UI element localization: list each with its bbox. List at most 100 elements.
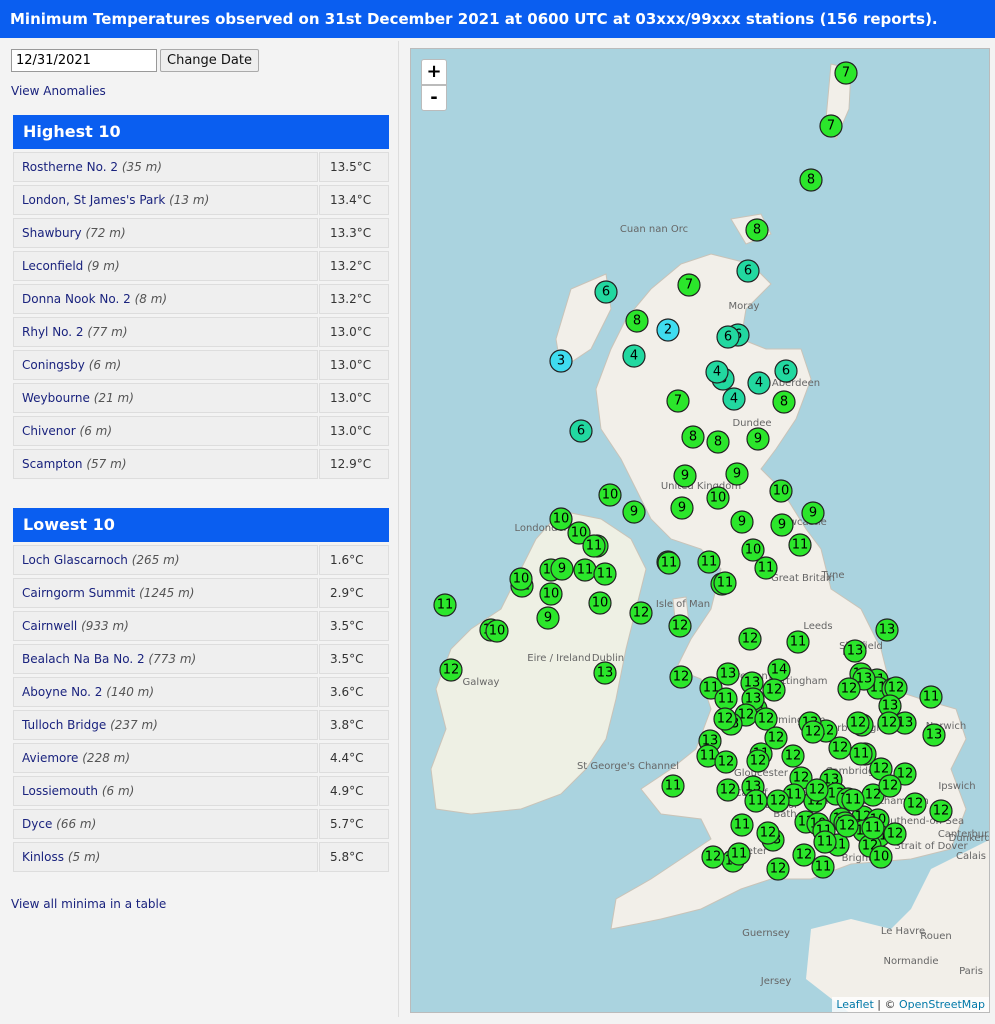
temperature-marker[interactable]: 12: [762, 678, 786, 702]
station-name[interactable]: Cairngorm Summit: [22, 586, 135, 600]
temperature-marker[interactable]: 13: [593, 661, 617, 685]
station-name[interactable]: London, St James's Park: [22, 193, 165, 207]
temperature-marker[interactable]: 8: [745, 218, 769, 242]
temperature-marker[interactable]: 11: [744, 789, 768, 813]
temperature-marker[interactable]: 12: [713, 707, 737, 731]
station-cell[interactable]: Aboyne No. 2 (140 m): [13, 677, 318, 707]
temperature-marker[interactable]: 12: [883, 822, 907, 846]
temperature-marker[interactable]: 11: [811, 855, 835, 879]
temperature-marker[interactable]: 11: [788, 533, 812, 557]
temperature-marker[interactable]: 7: [677, 273, 701, 297]
station-cell[interactable]: Rostherne No. 2 (35 m): [13, 152, 318, 182]
station-cell[interactable]: Scampton (57 m): [13, 449, 318, 479]
station-name[interactable]: Chivenor: [22, 424, 76, 438]
view-anomalies-link[interactable]: View Anomalies: [11, 84, 106, 98]
station-name[interactable]: Lossiemouth: [22, 784, 98, 798]
temperature-marker[interactable]: 11: [861, 816, 885, 840]
temperature-marker[interactable]: 8: [772, 390, 796, 414]
station-name[interactable]: Tulloch Bridge: [22, 718, 106, 732]
temperature-marker[interactable]: 6: [774, 359, 798, 383]
station-name[interactable]: Aviemore: [22, 751, 78, 765]
station-cell[interactable]: Cairngorm Summit (1245 m): [13, 578, 318, 608]
temperature-marker[interactable]: 11: [754, 556, 778, 580]
temperature-marker[interactable]: 12: [903, 792, 927, 816]
temperature-marker[interactable]: 4: [622, 344, 646, 368]
station-name[interactable]: Bealach Na Ba No. 2: [22, 652, 145, 666]
station-cell[interactable]: Shawbury (72 m): [13, 218, 318, 248]
temperature-marker[interactable]: 10: [869, 845, 893, 869]
station-cell[interactable]: Tulloch Bridge (237 m): [13, 710, 318, 740]
station-cell[interactable]: Bealach Na Ba No. 2 (773 m): [13, 644, 318, 674]
station-cell[interactable]: Donna Nook No. 2 (8 m): [13, 284, 318, 314]
temperature-marker[interactable]: 8: [681, 425, 705, 449]
temperature-marker[interactable]: 9: [673, 464, 697, 488]
temperature-marker[interactable]: 10: [549, 507, 573, 531]
temperature-marker[interactable]: 11: [713, 571, 737, 595]
temperature-marker[interactable]: 6: [594, 280, 618, 304]
temperature-marker[interactable]: 10: [769, 479, 793, 503]
temperature-marker[interactable]: 12: [837, 677, 861, 701]
temperature-marker[interactable]: 14: [767, 658, 791, 682]
temperature-marker[interactable]: 2: [656, 318, 680, 342]
station-cell[interactable]: Rhyl No. 2 (77 m): [13, 317, 318, 347]
temperature-marker[interactable]: 4: [705, 360, 729, 384]
temperature-marker[interactable]: 11: [919, 685, 943, 709]
station-name[interactable]: Leconfield: [22, 259, 83, 273]
temperature-marker[interactable]: 9: [725, 462, 749, 486]
temperature-marker[interactable]: 4: [722, 387, 746, 411]
temperature-marker[interactable]: 10: [539, 582, 563, 606]
temperature-marker[interactable]: 12: [668, 614, 692, 638]
temperature-marker[interactable]: 9: [801, 501, 825, 525]
station-name[interactable]: Weybourne: [22, 391, 90, 405]
station-name[interactable]: Dyce: [22, 817, 52, 831]
osm-link[interactable]: OpenStreetMap: [899, 998, 985, 1011]
temperature-marker[interactable]: 9: [550, 557, 574, 581]
temperature-marker[interactable]: 12: [766, 857, 790, 881]
station-name[interactable]: Cairnwell: [22, 619, 77, 633]
station-name[interactable]: Scampton: [22, 457, 83, 471]
zoom-in-button[interactable]: +: [421, 59, 447, 85]
temperature-marker[interactable]: 12: [629, 601, 653, 625]
temperature-marker[interactable]: 12: [781, 744, 805, 768]
temperature-marker[interactable]: 11: [661, 774, 685, 798]
temperature-marker[interactable]: 12: [746, 749, 770, 773]
temperature-marker[interactable]: 13: [843, 639, 867, 663]
temperature-marker[interactable]: 11: [849, 742, 873, 766]
temperature-marker[interactable]: 12: [929, 799, 953, 823]
temperature-marker[interactable]: 10: [485, 619, 509, 643]
temperature-marker[interactable]: 13: [922, 723, 946, 747]
temperature-marker[interactable]: 9: [746, 427, 770, 451]
temperature-marker[interactable]: 6: [716, 325, 740, 349]
temperature-marker[interactable]: 12: [846, 711, 870, 735]
temperature-marker[interactable]: 10: [598, 483, 622, 507]
temperature-marker[interactable]: 9: [730, 510, 754, 534]
station-cell[interactable]: Weybourne (21 m): [13, 383, 318, 413]
temperature-marker[interactable]: 9: [770, 513, 794, 537]
temperature-marker[interactable]: 11: [582, 534, 606, 558]
station-name[interactable]: Donna Nook No. 2: [22, 292, 131, 306]
temperature-marker[interactable]: 8: [706, 430, 730, 454]
temperature-marker[interactable]: 11: [841, 788, 865, 812]
temperature-marker[interactable]: 12: [805, 778, 829, 802]
station-cell[interactable]: Chivenor (6 m): [13, 416, 318, 446]
temperature-marker[interactable]: 9: [622, 500, 646, 524]
station-cell[interactable]: Dyce (66 m): [13, 809, 318, 839]
temperature-marker[interactable]: 12: [669, 665, 693, 689]
station-cell[interactable]: Coningsby (6 m): [13, 350, 318, 380]
temperature-marker[interactable]: 12: [714, 750, 738, 774]
temperature-marker[interactable]: 11: [730, 813, 754, 837]
temperature-marker[interactable]: 11: [714, 687, 738, 711]
station-cell[interactable]: Loch Glascarnoch (265 m): [13, 545, 318, 575]
station-cell[interactable]: Lossiemouth (6 m): [13, 776, 318, 806]
temperature-marker[interactable]: 12: [701, 845, 725, 869]
station-cell[interactable]: London, St James's Park (13 m): [13, 185, 318, 215]
temperature-marker[interactable]: 12: [756, 821, 780, 845]
temperature-marker[interactable]: 12: [801, 720, 825, 744]
temperature-marker[interactable]: 12: [835, 814, 859, 838]
change-date-button[interactable]: Change Date: [160, 49, 259, 72]
temperature-marker[interactable]: 11: [813, 830, 837, 854]
temperature-marker[interactable]: 12: [877, 711, 901, 735]
map-canvas[interactable]: United KingdomEire / Ireland DublinIsle o…: [411, 49, 990, 1013]
temperature-marker[interactable]: 10: [706, 486, 730, 510]
temperature-marker[interactable]: 11: [573, 558, 597, 582]
